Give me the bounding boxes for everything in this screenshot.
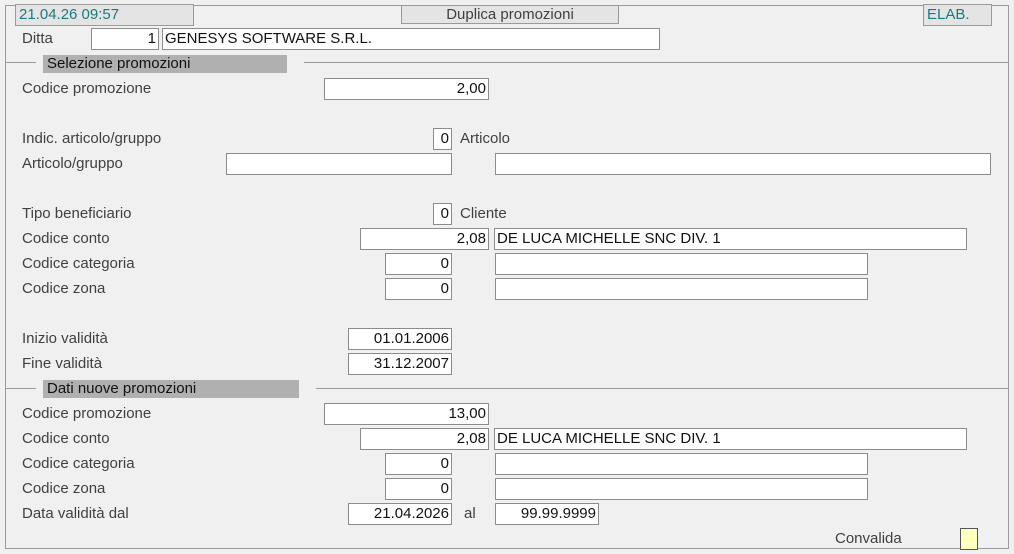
- confirm-label: Convalida: [832, 530, 905, 548]
- valid-to-label: Fine validità: [22, 355, 103, 372]
- company-code-field[interactable]: 1: [91, 28, 159, 50]
- new-validity-to-field[interactable]: 99.99.9999: [495, 503, 599, 525]
- window-title-text: Duplica promozioni: [446, 6, 574, 23]
- article-indicator-field[interactable]: 0: [433, 128, 452, 150]
- new-validity-from-field[interactable]: 21.04.2026: [348, 503, 452, 525]
- beneficiary-type-desc: Cliente: [460, 205, 507, 222]
- new-zone-desc-field: [495, 478, 868, 500]
- new-promo-code-label: Codice promozione: [22, 405, 152, 422]
- sel-category-code-field[interactable]: 0: [385, 253, 452, 275]
- confirm-checkbox[interactable]: [960, 528, 978, 550]
- new-promos-section-header: Dati nuove promozioni: [43, 380, 299, 398]
- new-category-code-field[interactable]: 0: [385, 453, 452, 475]
- datetime-display: 21.04.26 09:57: [15, 4, 194, 26]
- section-divider: [316, 388, 1008, 389]
- article-group-desc-field: [495, 153, 991, 175]
- new-validity-label: Data validità dal: [22, 505, 129, 522]
- beneficiary-type-label: Tipo beneficiario: [22, 205, 132, 222]
- mode-text: ELAB.: [927, 6, 970, 23]
- section-divider: [304, 62, 1008, 63]
- sel-account-code-label: Codice conto: [22, 230, 110, 247]
- sel-promo-code-field[interactable]: 2,00: [324, 78, 489, 100]
- new-category-desc-field: [495, 453, 868, 475]
- sel-category-code-label: Codice categoria: [22, 255, 135, 272]
- article-group-field[interactable]: [226, 153, 452, 175]
- new-account-code-field[interactable]: 2,08: [360, 428, 489, 450]
- company-label: Ditta: [22, 30, 53, 47]
- article-indicator-desc: Articolo: [460, 130, 511, 147]
- article-group-label: Articolo/gruppo: [22, 155, 123, 172]
- window-title: Duplica promozioni: [401, 5, 619, 24]
- selection-section-header: Selezione promozioni: [43, 55, 287, 73]
- datetime-text: 21.04.26 09:57: [19, 6, 120, 23]
- new-account-code-label: Codice conto: [22, 430, 110, 447]
- valid-from-field[interactable]: 01.01.2006: [348, 328, 452, 350]
- new-account-desc-field: DE LUCA MICHELLE SNC DIV. 1: [494, 428, 967, 450]
- sel-category-desc-field: [495, 253, 868, 275]
- sel-account-code-field[interactable]: 2,08: [360, 228, 489, 250]
- valid-from-label: Inizio validità: [22, 330, 108, 347]
- sel-account-desc-field: DE LUCA MICHELLE SNC DIV. 1: [494, 228, 967, 250]
- mode-indicator: ELAB.: [923, 4, 992, 26]
- article-indicator-label: Indic. articolo/gruppo: [22, 130, 162, 147]
- section-divider: [6, 62, 36, 63]
- new-validity-to-label: al: [464, 505, 476, 522]
- sel-zone-code-label: Codice zona: [22, 280, 106, 297]
- new-zone-code-field[interactable]: 0: [385, 478, 452, 500]
- company-name-field: GENESYS SOFTWARE S.R.L.: [162, 28, 660, 50]
- sel-zone-desc-field: [495, 278, 868, 300]
- new-zone-code-label: Codice zona: [22, 480, 106, 497]
- new-category-code-label: Codice categoria: [22, 455, 135, 472]
- sel-zone-code-field[interactable]: 0: [385, 278, 452, 300]
- section-divider: [6, 388, 36, 389]
- new-promo-code-field[interactable]: 13,00: [324, 403, 489, 425]
- sel-promo-code-label: Codice promozione: [22, 80, 152, 97]
- beneficiary-type-field[interactable]: 0: [433, 203, 452, 225]
- valid-to-field[interactable]: 31.12.2007: [348, 353, 452, 375]
